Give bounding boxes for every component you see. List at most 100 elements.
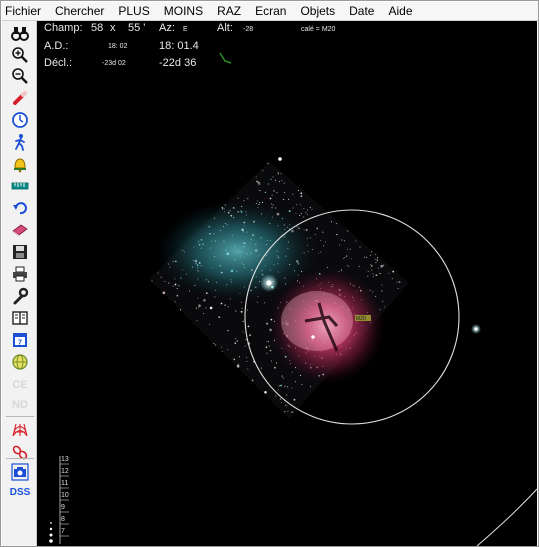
star	[265, 191, 267, 193]
alt-label: Alt:	[217, 22, 233, 34]
star	[260, 367, 262, 369]
binoculars-icon[interactable]	[10, 23, 30, 43]
menu-ecran[interactable]: Ecran	[248, 2, 293, 20]
ad-value: 18: 01.4	[159, 40, 199, 52]
star	[227, 306, 229, 308]
ruler-icon[interactable]	[10, 176, 30, 196]
sky-view[interactable]: M20 Champ: 58 x 55 ' Az: E Alt: -28 calé…	[37, 21, 537, 546]
star	[164, 280, 166, 283]
calendar-icon[interactable]: 7	[10, 330, 30, 350]
ce-button[interactable]: CE	[6, 379, 34, 391]
star	[198, 304, 201, 308]
star	[249, 334, 252, 336]
star	[379, 273, 381, 275]
zoom-in-icon[interactable]	[10, 45, 30, 65]
scale-label: 10	[61, 492, 69, 499]
star	[291, 411, 293, 413]
star	[326, 267, 328, 269]
star	[174, 283, 177, 286]
library-icon[interactable]	[10, 308, 30, 328]
menu-moins[interactable]: MOINS	[157, 2, 210, 20]
star	[369, 254, 371, 256]
wrench-icon[interactable]	[10, 286, 30, 306]
star	[343, 240, 345, 242]
star	[288, 210, 291, 213]
menu-fichier[interactable]: Fichier	[2, 2, 48, 20]
menu-date[interactable]: Date	[342, 2, 381, 20]
menu-plus[interactable]: PLUS	[111, 2, 156, 20]
champ-x: x	[110, 22, 116, 34]
star	[279, 398, 281, 400]
star	[359, 246, 361, 248]
menu-raz[interactable]: RAZ	[210, 2, 248, 20]
star	[376, 259, 378, 261]
star	[349, 248, 351, 250]
star	[277, 172, 279, 174]
star	[168, 282, 170, 284]
star	[278, 181, 281, 183]
star	[299, 214, 301, 217]
star	[218, 316, 221, 319]
star	[237, 364, 239, 366]
nd-button[interactable]: ND	[6, 399, 34, 411]
star	[396, 281, 398, 283]
star	[209, 306, 213, 310]
star	[270, 203, 273, 205]
star	[314, 233, 316, 236]
star	[309, 207, 311, 209]
zoom-out-icon[interactable]	[10, 66, 30, 86]
star	[172, 285, 174, 287]
az-value: E	[183, 26, 188, 33]
dss-button[interactable]: DSS	[6, 487, 34, 498]
star	[344, 256, 346, 259]
star	[320, 251, 322, 253]
save-icon[interactable]	[10, 242, 30, 262]
star	[291, 387, 293, 389]
star	[371, 251, 373, 253]
cale-text: calé = M20	[301, 26, 336, 33]
walking-man-icon[interactable]	[10, 132, 30, 152]
book-icon[interactable]	[10, 220, 30, 240]
star	[176, 287, 178, 290]
camera-icon[interactable]	[10, 462, 30, 482]
star	[255, 176, 257, 178]
link-icon[interactable]	[10, 442, 30, 462]
grid-icon[interactable]	[10, 420, 30, 440]
star	[238, 356, 240, 358]
object-label: M20	[356, 316, 366, 322]
clock-icon[interactable]	[10, 110, 30, 130]
star	[268, 345, 270, 347]
print-icon[interactable]	[10, 264, 30, 284]
star	[335, 222, 337, 225]
star	[370, 265, 373, 267]
star	[303, 207, 305, 210]
star	[271, 194, 273, 196]
star	[267, 163, 269, 165]
star	[283, 198, 285, 200]
star	[392, 270, 395, 273]
star	[258, 189, 260, 192]
star	[220, 302, 223, 305]
star	[355, 240, 357, 242]
menu-aide[interactable]: Aide	[381, 2, 419, 20]
globe-icon[interactable]	[10, 352, 30, 372]
star	[282, 377, 284, 379]
star	[374, 258, 376, 260]
star	[270, 360, 273, 362]
undo-icon[interactable]	[10, 198, 30, 218]
star	[367, 270, 369, 272]
star	[236, 364, 240, 368]
bell-icon[interactable]	[10, 154, 30, 174]
pencil-icon[interactable]	[10, 88, 30, 108]
star	[346, 255, 348, 257]
star	[269, 349, 272, 352]
star	[269, 197, 272, 200]
menu-bar: Fichier Chercher PLUS MOINS RAZ Ecran Ob…	[2, 2, 538, 21]
menu-chercher[interactable]: Chercher	[48, 2, 111, 20]
star	[391, 278, 393, 280]
star	[347, 230, 349, 232]
star	[246, 356, 248, 358]
menu-objets[interactable]: Objets	[293, 2, 342, 20]
star	[265, 346, 268, 349]
star	[346, 248, 348, 250]
